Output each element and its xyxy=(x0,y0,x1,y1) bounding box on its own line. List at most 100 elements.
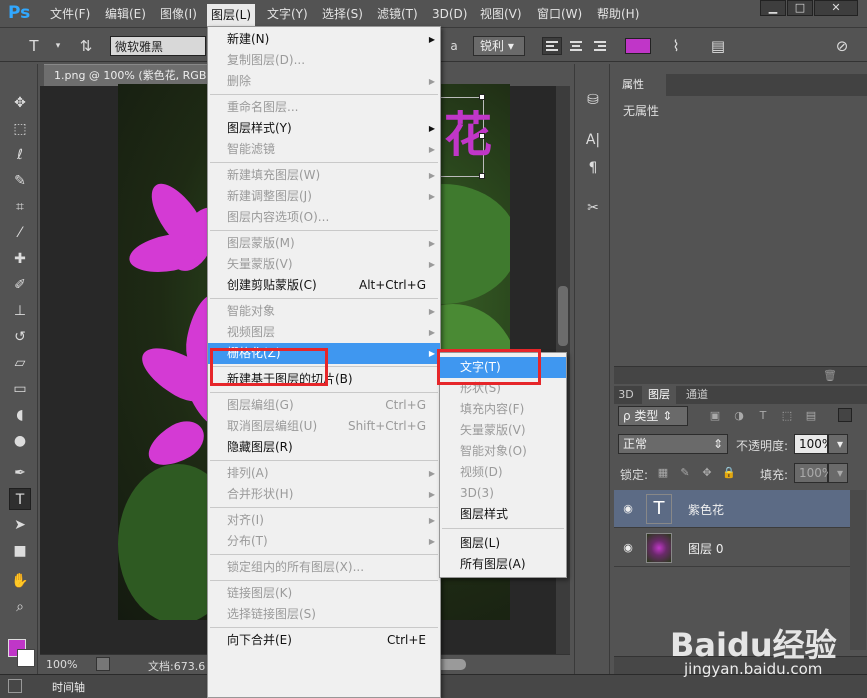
menu-filter[interactable]: 滤镜(T) xyxy=(373,5,422,23)
marquee-tool-icon[interactable]: ⬚ xyxy=(9,118,31,140)
align-center-button[interactable] xyxy=(566,37,586,55)
fill-dropdown[interactable]: ▾ xyxy=(828,463,848,483)
layer-menu-item[interactable]: 复制图层(D)... xyxy=(208,50,440,71)
layer-menu-item[interactable]: 新建填充图层(W) ▶ xyxy=(208,165,440,186)
panel-icon[interactable] xyxy=(8,679,22,693)
blur-tool-icon[interactable]: ◖ xyxy=(9,404,31,426)
opacity-dropdown[interactable]: ▾ xyxy=(828,434,848,454)
layer-menu-item[interactable]: 向下合并(E) Ctrl+E xyxy=(208,630,440,651)
rasterize-menu-item[interactable]: 所有图层(A) xyxy=(440,554,566,575)
menu-help[interactable]: 帮助(H) xyxy=(593,5,643,23)
visibility-eye-icon[interactable]: ◉ xyxy=(620,501,636,517)
layer-menu-item[interactable]: 图层样式(Y) ▶ xyxy=(208,118,440,139)
layer-menu-item[interactable]: 图层内容选项(O)... xyxy=(208,207,440,228)
filter-smart-icon[interactable]: ▤ xyxy=(804,409,818,423)
opacity-field[interactable]: 100% xyxy=(794,434,833,454)
document-info[interactable]: 文档:673.6 xyxy=(148,658,205,674)
transform-handle[interactable] xyxy=(479,94,485,100)
warp-text-icon[interactable]: ⌇ xyxy=(666,36,686,56)
align-right-button[interactable] xyxy=(590,37,610,55)
pen-tool-icon[interactable]: ✒ xyxy=(9,462,31,484)
layer-menu-item[interactable]: 新建调整图层(J) ▶ xyxy=(208,186,440,207)
gradient-icon[interactable]: ▭ xyxy=(9,378,31,400)
toggle-orientation-icon[interactable]: ⇅ xyxy=(76,36,96,56)
layer-menu-item[interactable]: 链接图层(K) xyxy=(208,583,440,604)
filter-toggle-icon[interactable] xyxy=(838,408,852,422)
menu-select[interactable]: 选择(S) xyxy=(318,5,367,23)
document-tab[interactable]: 1.png @ 100% (紫色花, RGB xyxy=(44,64,224,86)
tools-preset-icon[interactable]: ✂ xyxy=(583,198,603,218)
chevron-down-icon[interactable]: ▾ xyxy=(48,36,68,56)
dodge-tool-icon[interactable]: ● xyxy=(9,430,31,452)
rasterize-menu-item[interactable]: 填充内容(F) xyxy=(440,399,566,420)
layer-name[interactable]: 紫色花 xyxy=(688,501,724,518)
filter-shape-icon[interactable]: ⬚ xyxy=(780,409,794,423)
menu-window[interactable]: 窗口(W) xyxy=(533,5,586,23)
layer-menu-item[interactable]: 视频图层 ▶ xyxy=(208,322,440,343)
antialias-select[interactable]: 锐利 ▾ xyxy=(473,36,525,56)
layer-menu-item[interactable]: 排列(A) ▶ xyxy=(208,463,440,484)
layer-menu-item[interactable]: 分布(T) ▶ xyxy=(208,531,440,552)
layer-row[interactable]: ◉ T 紫色花 xyxy=(614,490,850,528)
stamp-tool-icon[interactable]: ⊥ xyxy=(9,300,31,322)
background-color[interactable] xyxy=(17,649,35,667)
menu-type[interactable]: 文字(Y) xyxy=(263,5,312,23)
layer-menu-item[interactable]: 取消图层编组(U) Shift+Ctrl+G xyxy=(208,416,440,437)
menu-view[interactable]: 视图(V) xyxy=(476,5,526,23)
timeline-label[interactable]: 时间轴 xyxy=(52,679,85,695)
minimize-button[interactable]: ▁ xyxy=(760,0,786,16)
character-panel-icon[interactable]: ▤ xyxy=(708,36,728,56)
layer-row[interactable]: ◉ 图层 0 xyxy=(614,529,850,567)
rectangle-tool-icon[interactable]: ■ xyxy=(9,540,31,562)
character-icon[interactable]: A| xyxy=(583,130,603,150)
restore-button[interactable]: □ xyxy=(787,0,813,16)
lock-pixels-icon[interactable]: ✎ xyxy=(678,466,692,480)
history-brush-icon[interactable]: ↺ xyxy=(9,326,31,348)
lock-transparent-icon[interactable]: ▦ xyxy=(656,466,670,480)
layer-filter-select[interactable]: ρ 类型 ⇕ xyxy=(618,406,688,426)
align-left-button[interactable] xyxy=(542,37,562,55)
font-family-field[interactable]: 微软雅黑 xyxy=(110,36,206,56)
lock-all-icon[interactable]: 🔒 xyxy=(722,466,736,480)
quick-select-icon[interactable]: ✎ xyxy=(9,170,31,192)
layer-menu-item[interactable]: 智能滤镜 ▶ xyxy=(208,139,440,160)
lock-position-icon[interactable]: ✥ xyxy=(700,466,714,480)
lasso-tool-icon[interactable]: ℓ xyxy=(9,144,31,166)
rasterize-menu-item[interactable]: 矢量蒙版(V) xyxy=(440,420,566,441)
menu-image[interactable]: 图像(I) xyxy=(156,5,201,23)
visibility-eye-icon[interactable]: ◉ xyxy=(620,540,636,556)
rasterize-menu-item[interactable]: 3D(3) xyxy=(440,483,566,504)
layer-menu-item[interactable]: 重命名图层... xyxy=(208,97,440,118)
trash-icon[interactable]: 🗑 xyxy=(823,369,837,382)
zoom-tool-icon[interactable]: ⌕ xyxy=(9,596,31,618)
history-icon[interactable]: ⛁ xyxy=(583,90,603,110)
layer-menu-item[interactable]: 锁定组内的所有图层(X)... xyxy=(208,557,440,578)
layer-menu-item[interactable]: 选择链接图层(S) xyxy=(208,604,440,625)
share-icon[interactable] xyxy=(96,657,110,671)
text-color-swatch[interactable] xyxy=(625,38,651,54)
filter-adjust-icon[interactable]: ◑ xyxy=(732,409,746,423)
filter-type-icon[interactable]: T xyxy=(756,409,770,423)
filter-pixel-icon[interactable]: ▣ xyxy=(708,409,722,423)
layer-menu-item[interactable]: 合并形状(H) ▶ xyxy=(208,484,440,505)
layer-menu-item[interactable]: 矢量蒙版(V) ▶ xyxy=(208,254,440,275)
layer-menu-item[interactable]: 创建剪贴蒙版(C) Alt+Ctrl+G xyxy=(208,275,440,296)
healing-brush-icon[interactable]: ✚ xyxy=(9,248,31,270)
tab-channels[interactable]: 通道 xyxy=(680,386,714,404)
cancel-icon[interactable]: ⊘ xyxy=(832,36,852,56)
layer-menu-item[interactable]: 智能对象 ▶ xyxy=(208,301,440,322)
menu-layer[interactable]: 图层(L) xyxy=(207,4,256,26)
layer-menu-item[interactable]: 新建(N) ▶ xyxy=(208,29,440,50)
crop-tool-icon[interactable]: ⌗ xyxy=(9,196,31,218)
layer-menu-item[interactable]: 图层蒙版(M) ▶ xyxy=(208,233,440,254)
tab-3d[interactable]: 3D xyxy=(614,386,638,404)
transform-handle[interactable] xyxy=(479,133,485,139)
eyedropper-icon[interactable]: ⁄ xyxy=(9,222,31,244)
rasterize-menu-item[interactable]: 视频(D) xyxy=(440,462,566,483)
menu-file[interactable]: 文件(F) xyxy=(46,5,94,23)
zoom-level[interactable]: 100% xyxy=(46,658,77,671)
transform-handle[interactable] xyxy=(479,173,485,179)
type-tool-icon[interactable]: T xyxy=(9,488,31,510)
menu-3d[interactable]: 3D(D) xyxy=(428,5,471,23)
layer-menu-item[interactable]: 对齐(I) ▶ xyxy=(208,510,440,531)
